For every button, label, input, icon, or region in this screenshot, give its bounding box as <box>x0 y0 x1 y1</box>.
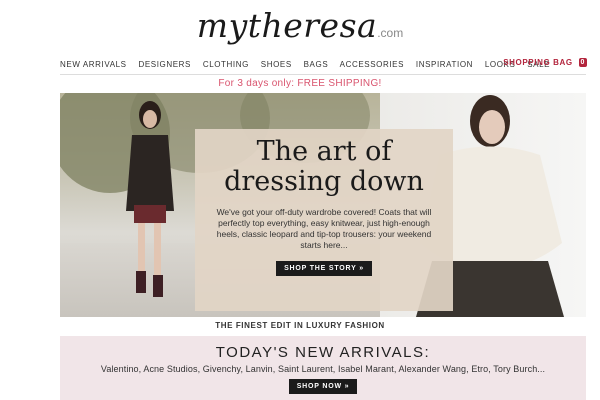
nav-item-clothing[interactable]: CLOTHING <box>203 60 249 69</box>
logo-suffix: .com <box>377 26 404 40</box>
site-logo[interactable]: mytheresa.com <box>0 6 600 53</box>
new-arrivals-brands[interactable]: Valentino, Acne Studios, Givenchy, Lanvi… <box>60 364 586 374</box>
hero-title-line-2: dressing down <box>224 166 424 197</box>
shop-the-story-button[interactable]: SHOP THE STORY » <box>276 261 372 276</box>
nav-item-bags[interactable]: BAGS <box>304 60 329 69</box>
promo-banner[interactable]: For 3 days only: FREE SHIPPING! <box>0 78 600 89</box>
hero-title: The art of dressing down <box>195 137 453 197</box>
logo-text: mytheresa <box>196 6 378 45</box>
nav-item-new-arrivals[interactable]: NEW ARRIVALS <box>60 60 127 69</box>
main-nav: NEW ARRIVALS DESIGNERS CLOTHING SHOES BA… <box>60 60 559 72</box>
shopping-bag-count: 0 <box>578 58 587 67</box>
nav-item-inspiration[interactable]: INSPIRATION <box>416 60 473 69</box>
nav-item-designers[interactable]: DESIGNERS <box>138 60 191 69</box>
hero-body-text: We've got your off-duty wardrobe covered… <box>216 207 432 250</box>
shopping-bag-link[interactable]: SHOPPING BAG 0 <box>503 58 587 72</box>
tagline: THE FINEST EDIT IN LUXURY FASHION <box>215 321 385 330</box>
new-arrivals-panel: TODAY'S NEW ARRIVALS: Valentino, Acne St… <box>60 336 586 400</box>
shopping-bag-label: SHOPPING BAG <box>503 58 573 67</box>
hero-title-line-1: The art of <box>256 136 392 167</box>
nav-item-shoes[interactable]: SHOES <box>261 60 292 69</box>
shop-now-button[interactable]: SHOP NOW » <box>288 379 358 394</box>
hero-banner[interactable]: The art of dressing down We've got your … <box>60 93 586 317</box>
nav-item-accessories[interactable]: ACCESSORIES <box>340 60 404 69</box>
new-arrivals-title: TODAY'S NEW ARRIVALS: <box>215 344 431 361</box>
nav-divider <box>60 74 586 75</box>
hero-text-panel: The art of dressing down We've got your … <box>195 129 453 311</box>
